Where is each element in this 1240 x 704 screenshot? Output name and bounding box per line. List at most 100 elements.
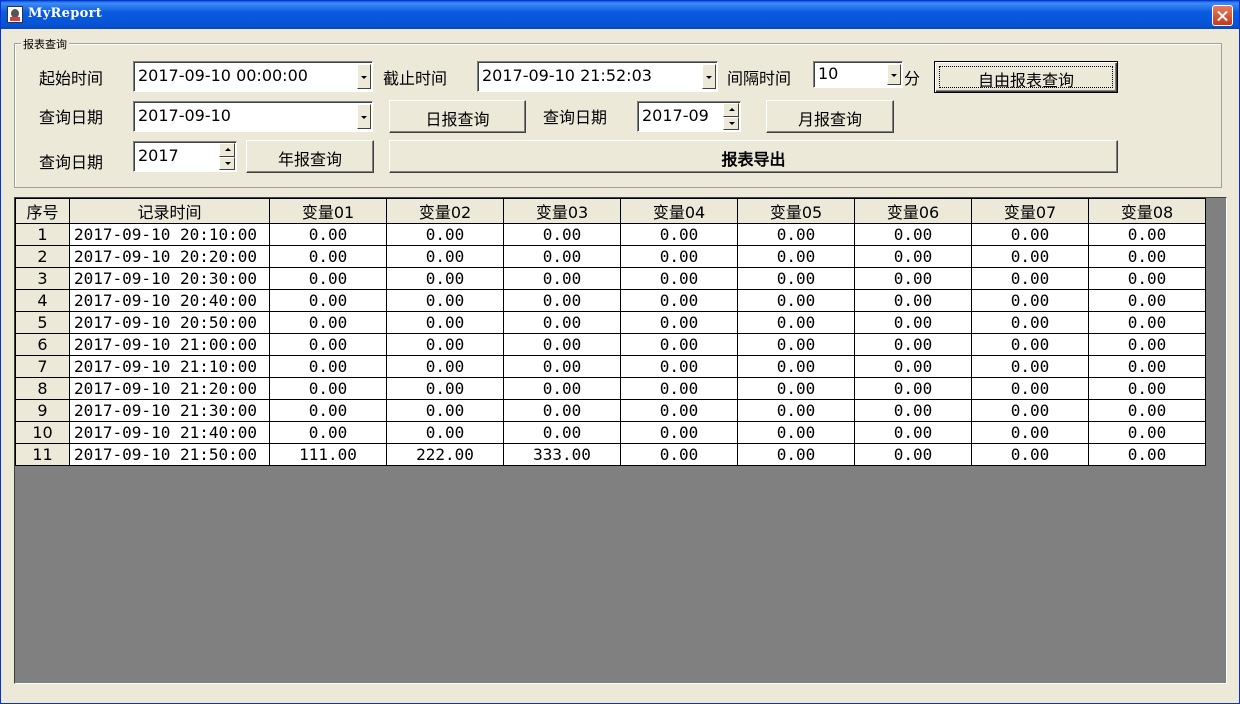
value-cell[interactable]: 0.00 <box>737 399 855 422</box>
value-cell[interactable]: 0.00 <box>503 377 621 400</box>
record-time-cell[interactable]: 2017-09-10 20:50:00 <box>69 311 270 334</box>
chevron-down-icon[interactable] <box>357 64 371 89</box>
table-row[interactable]: 11 2017-09-10 21:50:00 111.00 222.00 333.00 0… <box>15 443 1206 466</box>
value-cell[interactable]: 0.00 <box>854 377 972 400</box>
value-cell[interactable]: 0.00 <box>269 311 387 334</box>
value-cell[interactable]: 0.00 <box>386 421 504 444</box>
value-cell[interactable]: 0.00 <box>737 245 855 268</box>
value-cell[interactable]: 0.00 <box>386 245 504 268</box>
value-cell[interactable]: 0.00 <box>386 333 504 356</box>
value-cell[interactable]: 0.00 <box>503 267 621 290</box>
value-cell[interactable]: 0.00 <box>971 267 1089 290</box>
record-time-cell[interactable]: 2017-09-10 21:10:00 <box>69 355 270 378</box>
report-data-grid[interactable]: 序号 记录时间 变量01 变量02 变量03 变量04 变量05 变量06 变量… <box>14 197 1227 684</box>
value-cell[interactable]: 0.00 <box>620 289 738 312</box>
column-header-var02[interactable]: 变量02 <box>386 198 504 224</box>
row-number-cell[interactable]: 11 <box>15 443 70 466</box>
row-number-cell[interactable]: 3 <box>15 267 70 290</box>
value-cell[interactable]: 0.00 <box>737 421 855 444</box>
spin-up-icon[interactable] <box>219 143 235 157</box>
spinner-icon[interactable] <box>219 143 235 170</box>
value-cell[interactable]: 0.00 <box>386 267 504 290</box>
yearly-report-button[interactable]: 年报查询 <box>246 140 374 173</box>
value-cell[interactable]: 0.00 <box>737 443 855 466</box>
value-cell[interactable]: 0.00 <box>1088 333 1206 356</box>
value-cell[interactable]: 0.00 <box>269 289 387 312</box>
table-row[interactable]: 1 2017-09-10 20:10:00 0.00 0.00 0.00 0.00 0.00… <box>15 223 1206 246</box>
record-time-cell[interactable]: 2017-09-10 21:30:00 <box>69 399 270 422</box>
value-cell[interactable]: 0.00 <box>620 443 738 466</box>
value-cell[interactable]: 0.00 <box>620 333 738 356</box>
value-cell[interactable]: 0.00 <box>269 355 387 378</box>
value-cell[interactable]: 0.00 <box>854 333 972 356</box>
value-cell[interactable]: 0.00 <box>1088 355 1206 378</box>
record-time-cell[interactable]: 2017-09-10 20:20:00 <box>69 245 270 268</box>
export-report-button[interactable]: 报表导出 <box>389 140 1118 173</box>
value-cell[interactable]: 0.00 <box>737 311 855 334</box>
value-cell[interactable]: 0.00 <box>1088 399 1206 422</box>
value-cell[interactable]: 0.00 <box>737 223 855 246</box>
column-header-var07[interactable]: 变量07 <box>971 198 1089 224</box>
app-icon[interactable] <box>7 6 23 23</box>
value-cell[interactable]: 0.00 <box>1088 267 1206 290</box>
row-number-cell[interactable]: 9 <box>15 399 70 422</box>
value-cell[interactable]: 0.00 <box>503 399 621 422</box>
value-cell[interactable]: 0.00 <box>503 333 621 356</box>
title-bar[interactable]: MyReport <box>1 1 1239 29</box>
chevron-down-icon[interactable] <box>887 64 901 85</box>
value-cell[interactable]: 0.00 <box>386 355 504 378</box>
value-cell[interactable]: 0.00 <box>854 399 972 422</box>
value-cell[interactable]: 0.00 <box>971 223 1089 246</box>
end-time-combo[interactable]: 2017-09-10 21:52:03 <box>477 61 718 92</box>
value-cell[interactable]: 0.00 <box>1088 377 1206 400</box>
value-cell[interactable]: 0.00 <box>1088 443 1206 466</box>
row-number-cell[interactable]: 1 <box>15 223 70 246</box>
record-time-cell[interactable]: 2017-09-10 20:10:00 <box>69 223 270 246</box>
column-header-seq[interactable]: 序号 <box>15 198 70 224</box>
value-cell[interactable]: 0.00 <box>269 421 387 444</box>
value-cell[interactable]: 0.00 <box>386 311 504 334</box>
table-row[interactable]: 6 2017-09-10 21:00:00 0.00 0.00 0.00 0.00 0.00… <box>15 333 1206 356</box>
value-cell[interactable]: 0.00 <box>269 399 387 422</box>
interval-combo[interactable]: 10 <box>813 61 903 88</box>
column-header-var01[interactable]: 变量01 <box>269 198 387 224</box>
value-cell[interactable]: 0.00 <box>971 355 1089 378</box>
row-number-cell[interactable]: 10 <box>15 421 70 444</box>
value-cell[interactable]: 0.00 <box>620 421 738 444</box>
value-cell[interactable]: 0.00 <box>620 355 738 378</box>
table-row[interactable]: 10 2017-09-10 21:40:00 0.00 0.00 0.00 0.00 0.0… <box>15 421 1206 444</box>
value-cell[interactable]: 0.00 <box>854 289 972 312</box>
column-header-var08[interactable]: 变量08 <box>1088 198 1206 224</box>
record-time-cell[interactable]: 2017-09-10 21:20:00 <box>69 377 270 400</box>
row-number-cell[interactable]: 2 <box>15 245 70 268</box>
chevron-down-icon[interactable] <box>357 104 371 129</box>
daily-date-combo[interactable]: 2017-09-10 <box>133 101 373 132</box>
value-cell[interactable]: 333.00 <box>503 443 621 466</box>
monthly-date-spinner[interactable]: 2017-09 <box>637 101 741 132</box>
column-header-var04[interactable]: 变量04 <box>620 198 738 224</box>
value-cell[interactable]: 0.00 <box>620 245 738 268</box>
value-cell[interactable]: 0.00 <box>737 355 855 378</box>
monthly-report-button[interactable]: 月报查询 <box>766 100 894 133</box>
value-cell[interactable]: 0.00 <box>386 289 504 312</box>
value-cell[interactable]: 0.00 <box>269 223 387 246</box>
record-time-cell[interactable]: 2017-09-10 20:40:00 <box>69 289 270 312</box>
value-cell[interactable]: 0.00 <box>971 399 1089 422</box>
value-cell[interactable]: 0.00 <box>503 245 621 268</box>
value-cell[interactable]: 0.00 <box>503 355 621 378</box>
value-cell[interactable]: 0.00 <box>503 421 621 444</box>
table-row[interactable]: 5 2017-09-10 20:50:00 0.00 0.00 0.00 0.00 0.00… <box>15 311 1206 334</box>
table-row[interactable]: 2 2017-09-10 20:20:00 0.00 0.00 0.00 0.00 0.00… <box>15 245 1206 268</box>
value-cell[interactable]: 0.00 <box>1088 245 1206 268</box>
value-cell[interactable]: 0.00 <box>737 267 855 290</box>
row-number-cell[interactable]: 6 <box>15 333 70 356</box>
value-cell[interactable]: 0.00 <box>854 355 972 378</box>
column-header-var06[interactable]: 变量06 <box>854 198 972 224</box>
value-cell[interactable]: 0.00 <box>854 245 972 268</box>
spin-up-icon[interactable] <box>723 103 739 117</box>
record-time-cell[interactable]: 2017-09-10 20:30:00 <box>69 267 270 290</box>
value-cell[interactable]: 0.00 <box>269 267 387 290</box>
value-cell[interactable]: 0.00 <box>854 421 972 444</box>
row-number-cell[interactable]: 4 <box>15 289 70 312</box>
spin-down-icon[interactable] <box>219 156 235 170</box>
